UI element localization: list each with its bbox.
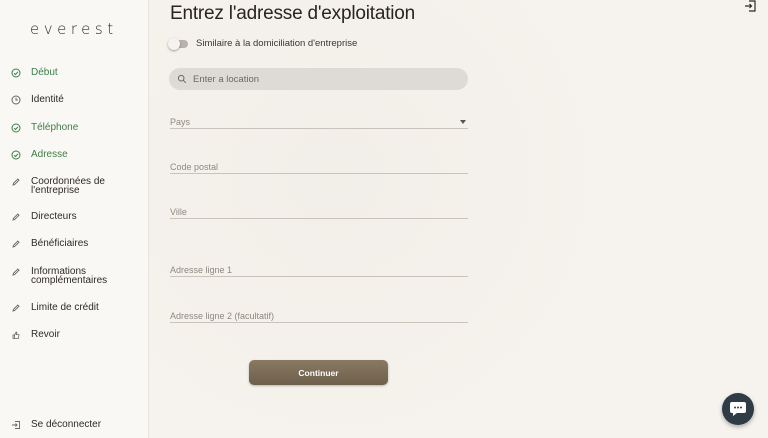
pencil-icon: [12, 268, 20, 276]
sidebar-item-label: Adresse: [31, 149, 68, 160]
clock-icon: [11, 95, 21, 105]
sidebar-item-coordonnees[interactable]: Coordonnées de l'entreprise: [11, 176, 131, 196]
sidebar-item-informations[interactable]: Informations complémentaires: [11, 266, 131, 286]
sidebar-item-label: Revoir: [31, 329, 60, 340]
sidebar-item-label: Identité: [31, 94, 64, 105]
sidebar-item-label: Limite de crédit: [31, 302, 99, 313]
sidebar-item-adresse[interactable]: Adresse: [11, 150, 131, 160]
sidebar-item-directeurs[interactable]: Directeurs: [11, 212, 131, 222]
page-title: Entrez l'adresse d'exploitation: [170, 3, 416, 24]
sidebar-item-label: Téléphone: [31, 122, 79, 133]
logout-label: Se déconnecter: [31, 419, 102, 430]
pencil-icon: [12, 213, 20, 221]
sidebar-item-beneficiaires[interactable]: Bénéficiaires: [11, 239, 131, 249]
sidebar-item-identite[interactable]: Identité: [11, 95, 131, 105]
postal-code-label: Code postal: [170, 162, 219, 172]
chat-button[interactable]: [722, 393, 754, 425]
check-circle-icon: [11, 123, 21, 133]
country-select[interactable]: Pays: [170, 117, 468, 129]
address-line2-field[interactable]: Adresse ligne 2 (facultatif): [170, 311, 468, 323]
city-label: Ville: [170, 207, 187, 217]
address-line1-field[interactable]: Adresse ligne 1: [170, 265, 468, 277]
address-line1-label: Adresse ligne 1: [170, 265, 233, 275]
postal-code-field[interactable]: Code postal: [170, 162, 468, 174]
sidebar-item-label: Début: [31, 67, 58, 78]
check-circle-icon: [11, 68, 21, 78]
pencil-icon: [12, 304, 20, 312]
thumbs-up-icon: [12, 331, 20, 339]
sidebar-item-label: Informations complémentaires: [31, 266, 108, 286]
chat-bubble-icon: [730, 402, 746, 416]
logout-icon: [12, 420, 20, 429]
logout-button[interactable]: Se déconnecter: [11, 419, 101, 430]
pencil-icon: [12, 178, 20, 186]
check-circle-icon: [11, 150, 21, 160]
toggle-knob: [168, 37, 180, 50]
sidebar-item-label: Bénéficiaires: [31, 238, 89, 249]
sidebar-item-telephone[interactable]: Téléphone: [11, 123, 131, 133]
similar-address-label: Similaire à la domiciliation d'entrepris…: [196, 38, 358, 49]
address-line2-label: Adresse ligne 2 (facultatif): [170, 311, 275, 321]
similar-address-row: Similaire à la domiciliation d'entrepris…: [168, 37, 358, 50]
similar-address-toggle[interactable]: [168, 37, 188, 50]
sidebar-item-label: Directeurs: [31, 211, 77, 222]
sidebar-item-label: Coordonnées de l'entreprise: [31, 176, 105, 196]
sidebar: everest Début Identité Téléphone Adresse…: [0, 0, 149, 438]
country-label: Pays: [170, 117, 191, 127]
continue-button[interactable]: Continuer: [249, 360, 388, 385]
main-content: Entrez l'adresse d'exploitation Similair…: [149, 0, 768, 438]
sidebar-item-revoir[interactable]: Revoir: [11, 330, 131, 340]
search-placeholder: Enter a location: [193, 73, 260, 85]
brand-logo: everest: [30, 20, 118, 38]
exit-icon[interactable]: [744, 0, 756, 12]
search-icon: [177, 74, 187, 84]
pencil-icon: [12, 240, 20, 248]
sidebar-item-limite[interactable]: Limite de crédit: [11, 303, 131, 313]
city-field[interactable]: Ville: [170, 207, 468, 219]
location-search-input[interactable]: Enter a location: [169, 68, 468, 90]
sidebar-item-debut[interactable]: Début: [11, 68, 131, 78]
chevron-down-icon: [460, 120, 466, 124]
